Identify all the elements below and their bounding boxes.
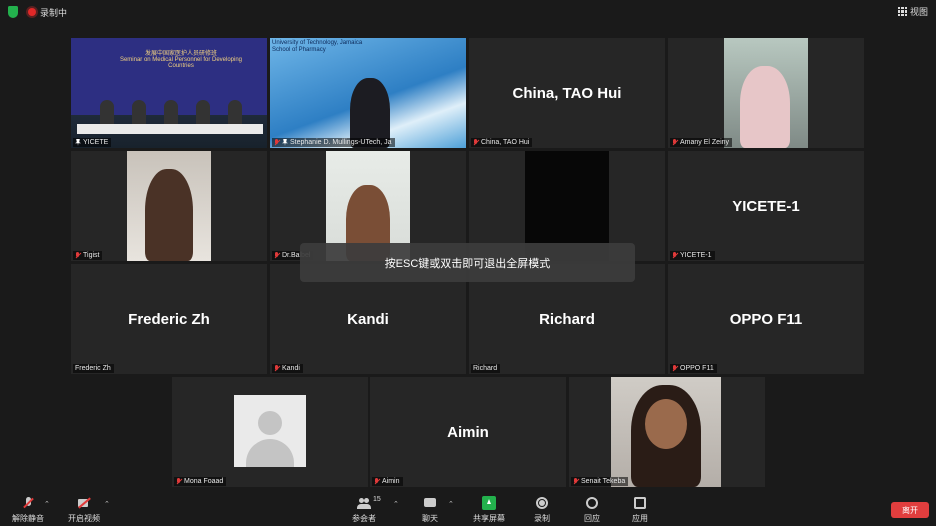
avatar xyxy=(234,395,306,467)
video-tile-oppo[interactable]: OPPO F11 OPPO F11 xyxy=(668,264,864,374)
audio-options-chevron-icon[interactable]: ⌃ xyxy=(44,500,50,508)
record-icon xyxy=(535,496,549,510)
unmute-button[interactable]: 解除静音 xyxy=(12,496,44,524)
participant-label: Kandi xyxy=(272,364,303,373)
muted-mic-icon xyxy=(672,365,678,372)
participant-label: Stephanie D. Mullings-UTech, Ja xyxy=(272,138,395,147)
video-tile-yicete[interactable]: 发展中国家医护人员研修班 Seminar on Medical Personne… xyxy=(71,38,267,148)
video-tile-stephanie[interactable]: University of Technology, Jamaica School… xyxy=(270,38,466,148)
participant-label: Tigist xyxy=(73,251,103,260)
muted-mic-icon xyxy=(672,139,678,146)
conference-video: 发展中国家医护人员研修班 Seminar on Medical Personne… xyxy=(71,38,267,148)
muted-mic-icon xyxy=(274,139,280,146)
participant-display-name: YICETE-1 xyxy=(732,197,800,215)
conference-banner-title: 发展中国家医护人员研修班 xyxy=(144,51,217,57)
participant-label: Frederic Zh xyxy=(73,364,114,373)
leave-button[interactable]: 离开 xyxy=(891,502,929,518)
participants-chevron-icon[interactable]: ⌃ xyxy=(393,500,399,508)
muted-mic-icon xyxy=(75,252,81,259)
participant-label: Amany El Zeiny xyxy=(670,138,733,147)
participant-label: China, TAO Hui xyxy=(471,138,533,147)
participants-button[interactable]: 15 参会者 xyxy=(352,496,381,524)
chat-button[interactable]: 聊天 xyxy=(422,496,438,524)
reactions-button[interactable]: 回应 xyxy=(584,496,600,524)
participant-label: YICETE xyxy=(73,138,112,147)
video-options-chevron-icon[interactable]: ⌃ xyxy=(104,500,110,508)
recording-label: 录制中 xyxy=(40,8,68,18)
muted-microphone-icon xyxy=(21,496,35,510)
participant-label: OPPO F11 xyxy=(670,364,717,373)
participant-label: Mona Foaad xyxy=(174,477,227,486)
participant-count: 15 xyxy=(373,496,381,503)
recording-icon xyxy=(28,8,36,16)
muted-mic-icon xyxy=(274,252,280,259)
muted-mic-icon xyxy=(573,478,579,485)
muted-mic-icon xyxy=(374,478,380,485)
participants-icon: 15 xyxy=(357,496,381,510)
start-video-button[interactable]: 开启视频 xyxy=(68,496,100,524)
video-tile-tao-hui[interactable]: China, TAO Hui China, TAO Hui xyxy=(469,38,665,148)
participant-video xyxy=(127,151,211,261)
top-bar: 录制中 视图 xyxy=(0,0,936,24)
participant-label: Senait Tekeba xyxy=(571,477,629,486)
participant-display-name: Frederic Zh xyxy=(128,310,210,328)
share-screen-button[interactable]: 共享屏幕 xyxy=(473,496,505,524)
participant-label: Aimin xyxy=(372,477,403,486)
pin-icon xyxy=(282,139,288,146)
university-banner-line1: University of Technology, Jamaica xyxy=(272,40,363,46)
share-screen-icon xyxy=(482,496,496,510)
security-shield-icon[interactable] xyxy=(8,6,18,18)
apps-icon xyxy=(633,496,647,510)
view-button[interactable]: 视图 xyxy=(897,5,928,18)
smiley-icon xyxy=(585,496,599,510)
participant-display-name: Aimin xyxy=(447,423,489,441)
video-tile-frederic[interactable]: Frederic Zh Frederic Zh xyxy=(71,264,267,374)
pin-icon xyxy=(75,139,81,146)
muted-mic-icon xyxy=(473,139,479,146)
meeting-toolbar: 解除静音 ⌃ 开启视频 ⌃ 15 参会者 ⌃ 聊天 ⌃ 共享屏幕 录制 回应 应… xyxy=(0,493,936,526)
video-tile-amany[interactable]: Amany El Zeiny xyxy=(668,38,864,148)
video-tile-senait[interactable]: Senait Tekeba xyxy=(569,377,765,487)
participant-display-name: OPPO F11 xyxy=(729,310,803,328)
video-tile-mona[interactable]: Mona Foaad xyxy=(172,377,368,487)
participant-label: Richard xyxy=(471,364,501,373)
video-tile-tigist[interactable]: Tigist xyxy=(71,151,267,261)
video-off-icon xyxy=(77,496,91,510)
participant-video xyxy=(611,377,721,487)
muted-mic-icon xyxy=(176,478,182,485)
chat-icon xyxy=(423,496,437,510)
chat-chevron-icon[interactable]: ⌃ xyxy=(448,500,454,508)
record-button[interactable]: 录制 xyxy=(534,496,550,524)
muted-mic-icon xyxy=(672,252,678,259)
apps-button[interactable]: 应用 xyxy=(632,496,648,524)
participant-video xyxy=(724,38,808,148)
participant-display-name: China, TAO Hui xyxy=(512,84,622,102)
video-tile-yicete-1[interactable]: YICETE-1 YICETE-1 xyxy=(668,151,864,261)
university-video: University of Technology, Jamaica School… xyxy=(270,38,466,148)
fullscreen-exit-toast: 按ESC键或双击即可退出全屏模式 xyxy=(300,243,635,282)
conference-banner-subtitle: Seminar on Medical Personnel for Develop… xyxy=(119,57,243,69)
university-banner-line2: School of Pharmacy xyxy=(272,47,326,53)
view-label: 视图 xyxy=(909,7,928,17)
grid-view-icon xyxy=(897,7,907,16)
muted-mic-icon xyxy=(274,365,280,372)
participant-label: YICETE-1 xyxy=(670,251,715,260)
video-tile-aimin[interactable]: Aimin Aimin xyxy=(370,377,566,487)
